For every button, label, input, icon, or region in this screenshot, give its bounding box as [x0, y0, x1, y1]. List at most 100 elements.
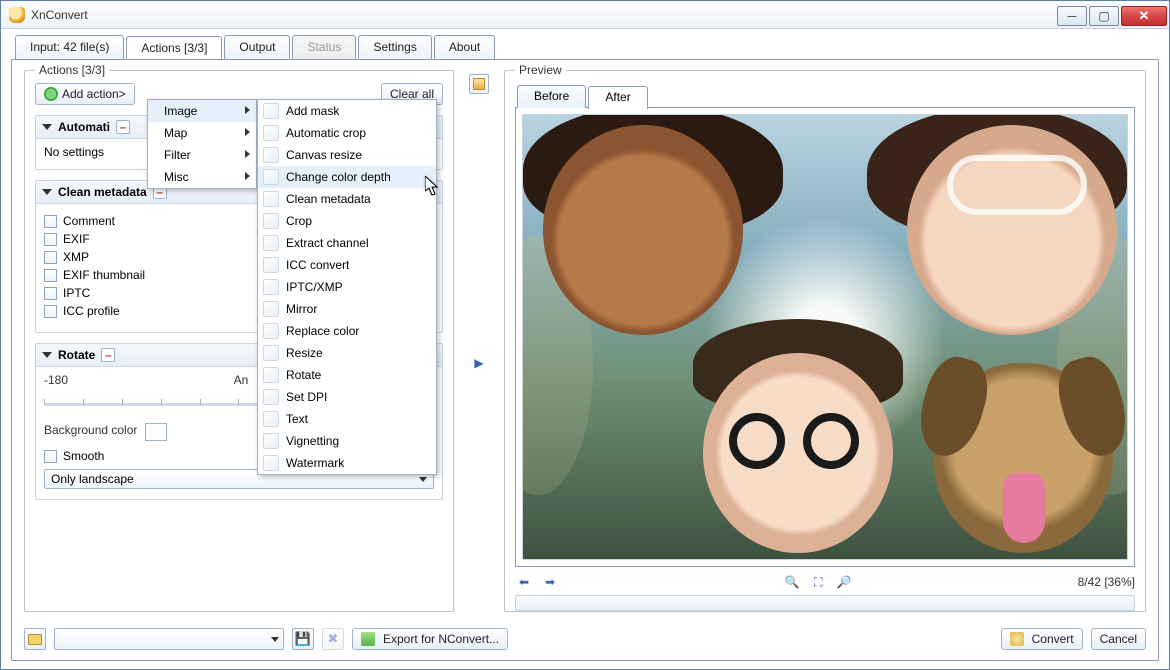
bg-color-label: Background color	[44, 423, 137, 441]
section-automatic-title: Automati	[58, 120, 110, 134]
window-title: XnConvert	[31, 8, 88, 22]
preview-status: 8/42 [36%]	[1078, 575, 1135, 589]
preview-frame	[515, 107, 1135, 567]
titlebar: XnConvert ─ ▢ ✕	[1, 1, 1169, 29]
preset-combo[interactable]	[54, 628, 284, 650]
chevron-down-icon	[271, 637, 279, 642]
menu-cat-misc[interactable]: Misc	[148, 166, 256, 188]
cancel-label: Cancel	[1100, 632, 1137, 646]
menu-item-watermark[interactable]: Watermark	[258, 452, 436, 474]
folder-icon	[28, 634, 42, 645]
menu-item-rotate[interactable]: Rotate	[258, 364, 436, 386]
add-action-menu[interactable]: Image Map Filter Misc	[147, 99, 257, 189]
zoom-out-button[interactable]: 🔎	[835, 573, 853, 591]
action-icon	[263, 345, 279, 361]
remove-action-button[interactable]: –	[101, 348, 115, 362]
plus-icon	[44, 87, 58, 101]
apply-action-button[interactable]	[469, 74, 489, 94]
action-icon	[263, 213, 279, 229]
zoom-in-button[interactable]: 🔍	[783, 573, 801, 591]
menu-cat-map[interactable]: Map	[148, 122, 256, 144]
tab-after[interactable]: After	[588, 86, 647, 109]
collapse-icon[interactable]	[42, 189, 52, 195]
action-icon	[263, 323, 279, 339]
mouse-cursor	[425, 176, 439, 196]
action-icon	[263, 411, 279, 427]
minimize-button[interactable]: ─	[1057, 6, 1087, 26]
menu-item-change-color-depth[interactable]: Change color depth	[258, 166, 436, 188]
maximize-button[interactable]: ▢	[1089, 6, 1119, 26]
prev-image-button[interactable]: ⬅	[515, 573, 533, 591]
rotate-min: -180	[44, 373, 68, 387]
preview-panel: Preview Before After	[504, 70, 1146, 612]
tab-input[interactable]: Input: 42 file(s)	[15, 35, 124, 60]
action-icon	[263, 147, 279, 163]
actions-panel: Actions [3/3] Add action> Clear all	[24, 70, 454, 612]
save-preset-button[interactable]: 💾	[292, 628, 314, 650]
add-action-submenu-image[interactable]: Add mask Automatic crop Canvas resize Ch…	[257, 99, 437, 475]
menu-item-resize[interactable]: Resize	[258, 342, 436, 364]
actions-legend: Actions [3/3]	[35, 63, 109, 77]
close-button[interactable]: ✕	[1121, 6, 1167, 26]
tab-about[interactable]: About	[434, 35, 495, 60]
menu-item-vignetting[interactable]: Vignetting	[258, 430, 436, 452]
tab-before[interactable]: Before	[517, 85, 586, 108]
convert-button[interactable]: Convert	[1001, 628, 1083, 650]
action-icon	[263, 169, 279, 185]
action-icon	[263, 257, 279, 273]
action-icon	[263, 367, 279, 383]
export-label: Export for NConvert...	[383, 632, 499, 646]
rotate-angle-label: An	[234, 373, 249, 387]
export-nconvert-button[interactable]: Export for NConvert...	[352, 628, 508, 650]
tab-settings[interactable]: Settings	[358, 35, 431, 60]
action-icon	[263, 301, 279, 317]
menu-cat-image[interactable]: Image	[148, 100, 256, 122]
picture-icon	[473, 78, 485, 90]
collapse-icon[interactable]	[42, 352, 52, 358]
preview-scrollbar[interactable]	[515, 595, 1135, 611]
delete-preset-button[interactable]: ✖	[322, 628, 344, 650]
cancel-button[interactable]: Cancel	[1091, 628, 1146, 650]
menu-item-icc-convert[interactable]: ICC convert	[258, 254, 436, 276]
section-rotate-title: Rotate	[58, 348, 95, 362]
arrow-right-icon: ▶	[470, 354, 488, 372]
action-icon	[263, 279, 279, 295]
convert-label: Convert	[1032, 632, 1074, 646]
menu-item-add-mask[interactable]: Add mask	[258, 100, 436, 122]
zoom-fit-button[interactable]: ⛶	[809, 573, 827, 591]
menu-item-canvas-resize[interactable]: Canvas resize	[258, 144, 436, 166]
tab-status[interactable]: Status	[292, 35, 356, 60]
rotate-mode-value: Only landscape	[51, 472, 134, 486]
menu-item-mirror[interactable]: Mirror	[258, 298, 436, 320]
menu-item-iptc-xmp[interactable]: IPTC/XMP	[258, 276, 436, 298]
app-icon	[9, 7, 25, 23]
collapse-icon[interactable]	[42, 124, 52, 130]
menu-item-crop[interactable]: Crop	[258, 210, 436, 232]
menu-item-extract-channel[interactable]: Extract channel	[258, 232, 436, 254]
tab-actions[interactable]: Actions [3/3]	[126, 36, 222, 61]
convert-icon	[1010, 632, 1024, 646]
action-icon	[263, 125, 279, 141]
remove-action-button[interactable]: –	[116, 120, 130, 134]
preview-legend: Preview	[515, 63, 566, 77]
action-icon	[263, 103, 279, 119]
add-action-button[interactable]: Add action>	[35, 83, 135, 105]
menu-cat-filter[interactable]: Filter	[148, 144, 256, 166]
preview-image	[522, 114, 1128, 560]
tab-output[interactable]: Output	[224, 35, 290, 60]
bg-color-swatch[interactable]	[145, 423, 167, 441]
action-icon	[263, 389, 279, 405]
chevron-down-icon	[419, 477, 427, 482]
chevron-right-icon	[245, 106, 250, 114]
action-icon	[263, 191, 279, 207]
menu-item-text[interactable]: Text	[258, 408, 436, 430]
next-image-button[interactable]: ➡	[541, 573, 559, 591]
export-icon	[361, 632, 375, 646]
app-window: XnConvert ─ ▢ ✕ Input: 42 file(s) Action…	[0, 0, 1170, 670]
action-icon	[263, 433, 279, 449]
open-preset-button[interactable]	[24, 628, 46, 650]
menu-item-replace-color[interactable]: Replace color	[258, 320, 436, 342]
menu-item-clean-metadata[interactable]: Clean metadata	[258, 188, 436, 210]
menu-item-set-dpi[interactable]: Set DPI	[258, 386, 436, 408]
menu-item-automatic-crop[interactable]: Automatic crop	[258, 122, 436, 144]
